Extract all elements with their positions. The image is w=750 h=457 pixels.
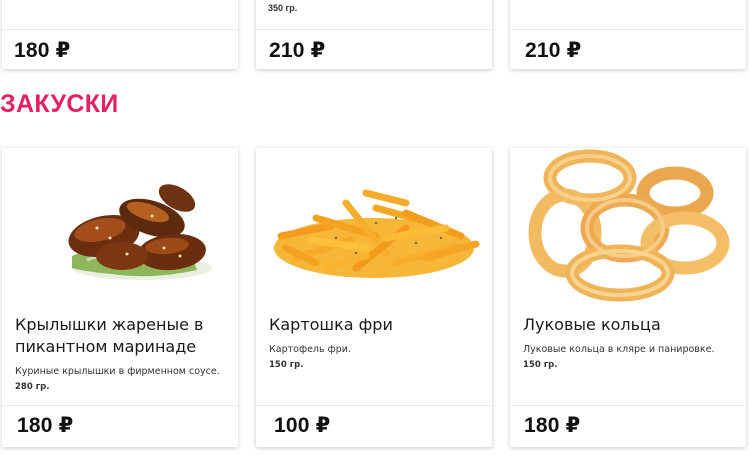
product-description: Луковые кольца в кляре и панировке.: [523, 344, 715, 355]
product-card-top-1[interactable]: 180 ₽: [2, 0, 238, 69]
product-name-line2: пикантном маринаде: [15, 337, 197, 356]
product-weight: 280 гр.: [15, 382, 50, 392]
price: 210 ₽: [269, 39, 326, 62]
french-fries-image[interactable]: [256, 148, 492, 308]
product-weight: 150 гр.: [269, 360, 304, 370]
product-card-french-fries[interactable]: Картошка фри Картофель фри. 150 гр. 100 …: [256, 148, 492, 447]
product-card-onion-rings[interactable]: Луковые кольца Луковые кольца в кляре и …: [510, 148, 746, 447]
chicken-wings-image[interactable]: [2, 148, 238, 308]
price: 180 ₽: [524, 414, 581, 437]
weight: 350 гр.: [268, 3, 298, 13]
product-card-chicken-wings[interactable]: Крылышки жареные в пикантном маринаде Ку…: [2, 148, 238, 447]
product-card-top-2[interactable]: 350 гр. 210 ₽: [256, 0, 492, 69]
price: 180 ₽: [17, 414, 74, 437]
product-name: Картошка фри: [269, 315, 393, 334]
section-title: ЗАКУСКИ: [0, 90, 119, 118]
product-card-top-3[interactable]: 210 ₽: [510, 0, 746, 69]
product-description: Картофель фри.: [269, 344, 351, 355]
product-name: Луковые кольца: [523, 315, 661, 334]
price: 180 ₽: [14, 39, 71, 62]
onion-rings-image[interactable]: [510, 148, 746, 308]
price: 210 ₽: [525, 39, 582, 62]
product-name: Крылышки жареные в: [15, 315, 204, 334]
price: 100 ₽: [274, 414, 331, 437]
product-description: Куриные крылышки в фирменном соусе.: [15, 366, 220, 377]
product-weight: 150 гр.: [523, 360, 558, 370]
